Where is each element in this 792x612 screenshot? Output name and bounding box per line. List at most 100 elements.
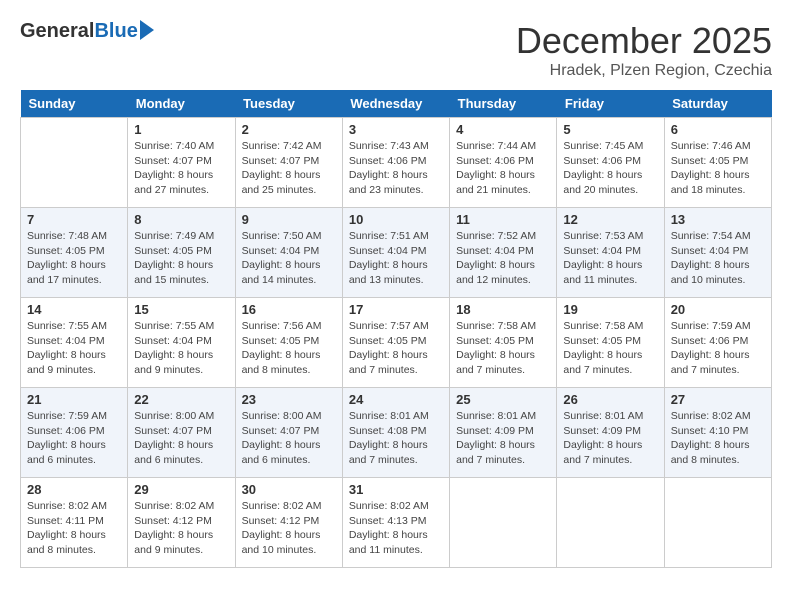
calendar-cell: 24Sunrise: 8:01 AM Sunset: 4:08 PM Dayli…	[342, 388, 449, 478]
day-header-sunday: Sunday	[21, 90, 128, 118]
title-block: December 2025 Hradek, Plzen Region, Czec…	[516, 20, 772, 80]
date-number: 23	[242, 392, 336, 407]
date-number: 16	[242, 302, 336, 317]
month-title: December 2025	[516, 20, 772, 62]
date-number: 15	[134, 302, 228, 317]
date-number: 31	[349, 482, 443, 497]
date-number: 20	[671, 302, 765, 317]
location: Hradek, Plzen Region, Czechia	[516, 62, 772, 80]
day-header-saturday: Saturday	[664, 90, 771, 118]
date-number: 25	[456, 392, 550, 407]
cell-text: Sunrise: 7:53 AM Sunset: 4:04 PM Dayligh…	[563, 229, 657, 288]
logo-general: General	[20, 20, 94, 43]
calendar-cell: 2 Sunrise: 7:42 AM Sunset: 4:07 PM Daylig…	[235, 118, 342, 208]
calendar-cell: 11 Sunrise: 7:52 AM Sunset: 4:04 PM Dayli…	[450, 208, 557, 298]
date-number: 10	[349, 212, 443, 227]
cell-text: Sunrise: 7:54 AM Sunset: 4:04 PM Dayligh…	[671, 229, 765, 288]
cell-text: Sunrise: 8:01 AM Sunset: 4:08 PM Dayligh…	[349, 409, 443, 468]
week-row-1: 1Sunrise: 7:40 AM Sunset: 4:07 PM Daylig…	[21, 118, 772, 208]
calendar-cell: 13 Sunrise: 7:54 AM Sunset: 4:04 PM Dayli…	[664, 208, 771, 298]
calendar-cell: 6 Sunrise: 7:46 AM Sunset: 4:05 PM Daylig…	[664, 118, 771, 208]
day-header-wednesday: Wednesday	[342, 90, 449, 118]
cell-text: Sunrise: 7:44 AM Sunset: 4:06 PM Dayligh…	[456, 139, 550, 198]
week-row-3: 14 Sunrise: 7:55 AM Sunset: 4:04 PM Dayli…	[21, 298, 772, 388]
day-header-thursday: Thursday	[450, 90, 557, 118]
date-number: 12	[563, 212, 657, 227]
calendar-cell: 17 Sunrise: 7:57 AM Sunset: 4:05 PM Dayli…	[342, 298, 449, 388]
calendar-cell	[664, 478, 771, 568]
logo: General Blue	[20, 20, 154, 43]
date-number: 6	[671, 122, 765, 137]
cell-text: Sunrise: 7:55 AM Sunset: 4:04 PM Dayligh…	[134, 319, 228, 378]
calendar-cell: 26 Sunrise: 8:01 AM Sunset: 4:09 PM Dayli…	[557, 388, 664, 478]
day-header-tuesday: Tuesday	[235, 90, 342, 118]
day-header-row: SundayMondayTuesdayWednesdayThursdayFrid…	[21, 90, 772, 118]
cell-text: Sunrise: 7:45 AM Sunset: 4:06 PM Dayligh…	[563, 139, 657, 198]
logo-blue: Blue	[94, 20, 137, 43]
cell-text: Sunrise: 7:40 AM Sunset: 4:07 PM Dayligh…	[134, 139, 228, 198]
calendar-cell: 19 Sunrise: 7:58 AM Sunset: 4:05 PM Dayli…	[557, 298, 664, 388]
cell-text: Sunrise: 7:59 AM Sunset: 4:06 PM Dayligh…	[27, 409, 121, 468]
date-number: 17	[349, 302, 443, 317]
cell-text: Sunrise: 7:56 AM Sunset: 4:05 PM Dayligh…	[242, 319, 336, 378]
date-number: 28	[27, 482, 121, 497]
calendar-cell: 20 Sunrise: 7:59 AM Sunset: 4:06 PM Dayli…	[664, 298, 771, 388]
calendar-table: SundayMondayTuesdayWednesdayThursdayFrid…	[20, 90, 772, 568]
cell-text: Sunrise: 7:51 AM Sunset: 4:04 PM Dayligh…	[349, 229, 443, 288]
date-number: 30	[242, 482, 336, 497]
date-number: 4	[456, 122, 550, 137]
date-number: 3	[349, 122, 443, 137]
calendar-cell	[450, 478, 557, 568]
cell-text: Sunrise: 8:02 AM Sunset: 4:12 PM Dayligh…	[134, 499, 228, 558]
calendar-cell: 5 Sunrise: 7:45 AM Sunset: 4:06 PM Daylig…	[557, 118, 664, 208]
cell-text: Sunrise: 7:49 AM Sunset: 4:05 PM Dayligh…	[134, 229, 228, 288]
date-number: 8	[134, 212, 228, 227]
cell-text: Sunrise: 7:59 AM Sunset: 4:06 PM Dayligh…	[671, 319, 765, 378]
calendar-cell: 15 Sunrise: 7:55 AM Sunset: 4:04 PM Dayli…	[128, 298, 235, 388]
cell-text: Sunrise: 7:57 AM Sunset: 4:05 PM Dayligh…	[349, 319, 443, 378]
day-header-friday: Friday	[557, 90, 664, 118]
calendar-cell: 12 Sunrise: 7:53 AM Sunset: 4:04 PM Dayli…	[557, 208, 664, 298]
calendar-cell: 25Sunrise: 8:01 AM Sunset: 4:09 PM Dayli…	[450, 388, 557, 478]
logo-arrow-icon	[140, 20, 154, 40]
cell-text: Sunrise: 7:42 AM Sunset: 4:07 PM Dayligh…	[242, 139, 336, 198]
cell-text: Sunrise: 8:02 AM Sunset: 4:13 PM Dayligh…	[349, 499, 443, 558]
cell-text: Sunrise: 8:01 AM Sunset: 4:09 PM Dayligh…	[563, 409, 657, 468]
cell-text: Sunrise: 8:02 AM Sunset: 4:10 PM Dayligh…	[671, 409, 765, 468]
cell-text: Sunrise: 8:00 AM Sunset: 4:07 PM Dayligh…	[242, 409, 336, 468]
cell-text: Sunrise: 7:52 AM Sunset: 4:04 PM Dayligh…	[456, 229, 550, 288]
date-number: 5	[563, 122, 657, 137]
cell-text: Sunrise: 8:02 AM Sunset: 4:11 PM Dayligh…	[27, 499, 121, 558]
cell-text: Sunrise: 7:48 AM Sunset: 4:05 PM Dayligh…	[27, 229, 121, 288]
cell-text: Sunrise: 7:58 AM Sunset: 4:05 PM Dayligh…	[563, 319, 657, 378]
week-row-2: 7Sunrise: 7:48 AM Sunset: 4:05 PM Daylig…	[21, 208, 772, 298]
calendar-cell: 7Sunrise: 7:48 AM Sunset: 4:05 PM Daylig…	[21, 208, 128, 298]
date-number: 11	[456, 212, 550, 227]
date-number: 21	[27, 392, 121, 407]
cell-text: Sunrise: 7:55 AM Sunset: 4:04 PM Dayligh…	[27, 319, 121, 378]
calendar-cell: 23 Sunrise: 8:00 AM Sunset: 4:07 PM Dayli…	[235, 388, 342, 478]
date-number: 13	[671, 212, 765, 227]
date-number: 14	[27, 302, 121, 317]
cell-text: Sunrise: 7:58 AM Sunset: 4:05 PM Dayligh…	[456, 319, 550, 378]
date-number: 19	[563, 302, 657, 317]
date-number: 29	[134, 482, 228, 497]
date-number: 27	[671, 392, 765, 407]
date-number: 9	[242, 212, 336, 227]
calendar-cell: 22Sunrise: 8:00 AM Sunset: 4:07 PM Dayli…	[128, 388, 235, 478]
calendar-cell: 28 Sunrise: 8:02 AM Sunset: 4:11 PM Dayli…	[21, 478, 128, 568]
week-row-4: 21 Sunrise: 7:59 AM Sunset: 4:06 PM Dayli…	[21, 388, 772, 478]
calendar-cell: 18Sunrise: 7:58 AM Sunset: 4:05 PM Dayli…	[450, 298, 557, 388]
calendar-cell: 1Sunrise: 7:40 AM Sunset: 4:07 PM Daylig…	[128, 118, 235, 208]
cell-text: Sunrise: 7:50 AM Sunset: 4:04 PM Dayligh…	[242, 229, 336, 288]
date-number: 2	[242, 122, 336, 137]
calendar-cell: 16 Sunrise: 7:56 AM Sunset: 4:05 PM Dayli…	[235, 298, 342, 388]
calendar-cell: 3Sunrise: 7:43 AM Sunset: 4:06 PM Daylig…	[342, 118, 449, 208]
calendar-cell: 10 Sunrise: 7:51 AM Sunset: 4:04 PM Dayli…	[342, 208, 449, 298]
calendar-cell	[21, 118, 128, 208]
calendar-cell: 9 Sunrise: 7:50 AM Sunset: 4:04 PM Daylig…	[235, 208, 342, 298]
page-header: General Blue December 2025 Hradek, Plzen…	[20, 20, 772, 80]
cell-text: Sunrise: 7:46 AM Sunset: 4:05 PM Dayligh…	[671, 139, 765, 198]
date-number: 26	[563, 392, 657, 407]
calendar-cell: 31 Sunrise: 8:02 AM Sunset: 4:13 PM Dayli…	[342, 478, 449, 568]
